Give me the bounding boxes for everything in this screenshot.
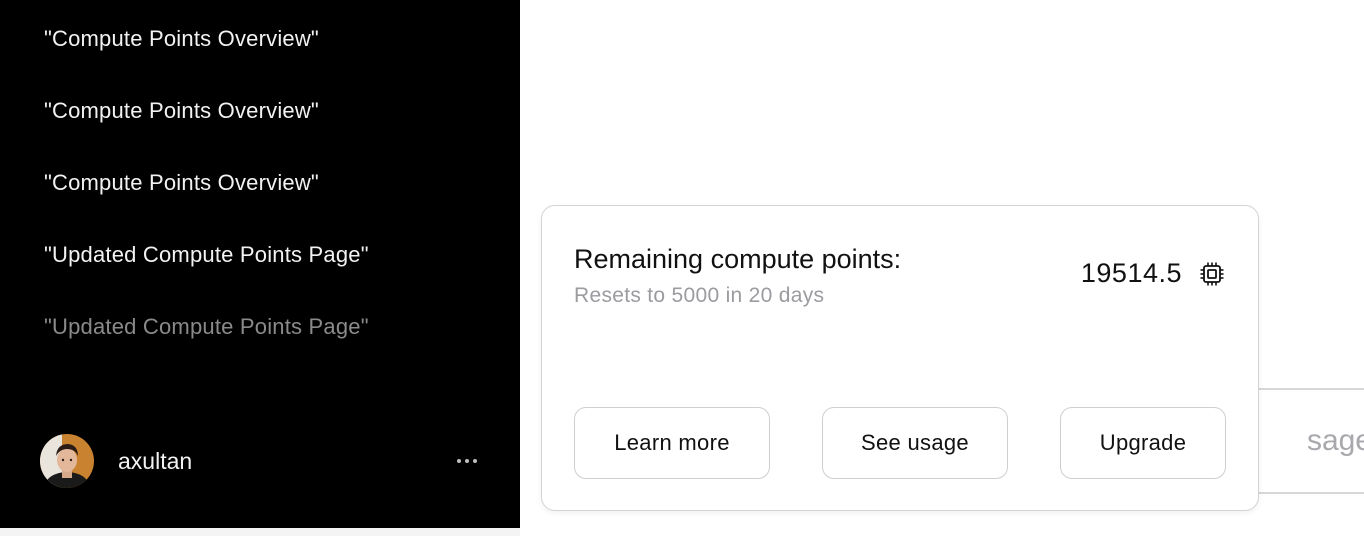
- chat-history-item[interactable]: "Updated Compute Points Page": [44, 242, 369, 268]
- cpu-chip-icon: [1198, 260, 1226, 288]
- username: axultan: [118, 447, 193, 474]
- points-display: 19514.5: [1081, 258, 1226, 289]
- ellipsis-icon: [457, 459, 477, 463]
- upgrade-button[interactable]: Upgrade: [1060, 407, 1226, 479]
- page: "Compute Points Overview" "Compute Point…: [0, 0, 1364, 536]
- chat-history-item[interactable]: "Compute Points Overview": [44, 98, 319, 124]
- sidebar: "Compute Points Overview" "Compute Point…: [0, 0, 520, 528]
- points-value: 19514.5: [1080, 258, 1182, 288]
- more-options-button[interactable]: [454, 448, 480, 474]
- background-usage-button-label: sage: [1306, 424, 1364, 457]
- user-avatar-photo-icon: [40, 434, 94, 488]
- learn-more-button[interactable]: Learn more: [574, 407, 770, 479]
- sidebar-bottom-strip: [0, 528, 520, 536]
- compute-points-card: Remaining compute points: Resets to 5000…: [541, 205, 1259, 511]
- user-profile-row[interactable]: axultan: [40, 434, 480, 488]
- chat-history-item[interactable]: "Updated Compute Points Page": [44, 314, 369, 340]
- see-usage-button[interactable]: See usage: [822, 407, 1008, 479]
- reset-info-text: Resets to 5000 in 20 days: [574, 284, 825, 307]
- chat-history-item[interactable]: "Compute Points Overview": [44, 26, 319, 52]
- card-title: Remaining compute points:: [574, 244, 902, 274]
- avatar[interactable]: [40, 434, 94, 488]
- chat-history-item[interactable]: "Compute Points Overview": [44, 170, 319, 196]
